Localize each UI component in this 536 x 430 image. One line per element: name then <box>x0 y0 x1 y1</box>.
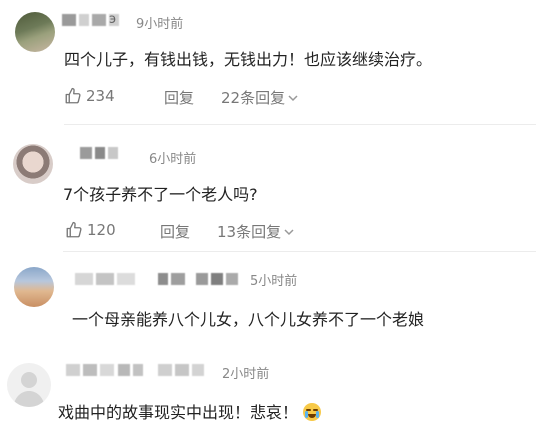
username-suffix: э <box>109 12 117 27</box>
comment-timestamp: 2小时前 <box>222 367 270 382</box>
divider <box>63 251 536 252</box>
comment-text-content: 戏曲中的故事现实中出现！悲哀！ <box>58 403 299 422</box>
replies-count-label: 22条回复 <box>221 89 286 107</box>
username-blurred[interactable] <box>80 146 118 160</box>
thumbs-up-icon <box>65 87 81 104</box>
username-blurred <box>118 363 143 377</box>
comment-actions: 120 回复 13条回复 <box>65 221 365 241</box>
username-blurred <box>158 272 185 286</box>
chevron-down-icon <box>284 228 294 235</box>
view-replies-button[interactable]: 22条回复 <box>221 87 299 108</box>
comment-item: 5小时前 一个母亲能养八个儿女，八个儿女养不了一个老娘 <box>0 253 536 343</box>
default-user-icon <box>13 372 45 407</box>
avatar[interactable] <box>14 267 54 307</box>
comment-actions: 234 回复 22条回复 <box>64 87 364 107</box>
comment-text: 7个孩子养不了一个老人吗? <box>63 185 258 204</box>
comment-timestamp: 9小时前 <box>136 17 184 32</box>
chevron-down-icon <box>288 94 298 101</box>
comment-text: 四个儿子，有钱出钱，无钱出力！也应该继续治疗。 <box>64 50 433 69</box>
username-blurred[interactable] <box>66 363 114 377</box>
like-count: 234 <box>86 87 115 105</box>
reply-button[interactable]: 回复 <box>164 87 194 108</box>
username-blurred[interactable] <box>75 272 135 286</box>
avatar[interactable] <box>15 12 55 52</box>
avatar[interactable] <box>13 144 53 184</box>
reply-button[interactable]: 回复 <box>160 221 190 242</box>
comment-item: э 9小时前 四个儿子，有钱出钱，无钱出力！也应该继续治疗。 234 回复 22… <box>0 0 536 125</box>
comment-item: 6小时前 7个孩子养不了一个老人吗? 120 回复 13条回复 <box>0 125 536 253</box>
thumbs-up-icon <box>66 221 82 238</box>
like-button[interactable]: 120 <box>65 221 116 239</box>
like-count: 120 <box>87 221 116 239</box>
comment-item: 2小时前 戏曲中的故事现实中出现！悲哀！ <box>0 343 536 430</box>
comment-text: 戏曲中的故事现实中出现！悲哀！ <box>58 399 322 423</box>
view-replies-button[interactable]: 13条回复 <box>217 221 295 242</box>
comment-timestamp: 6小时前 <box>149 152 197 167</box>
replies-count-label: 13条回复 <box>217 223 282 241</box>
comment-text: 一个母亲能养八个儿女，八个儿女养不了一个老娘 <box>72 310 425 329</box>
username-blurred <box>196 272 238 286</box>
username-blurred <box>158 363 204 377</box>
avatar[interactable] <box>7 363 51 407</box>
comment-timestamp: 5小时前 <box>250 274 298 289</box>
like-button[interactable]: 234 <box>64 87 115 105</box>
crying-face-icon <box>303 403 322 421</box>
